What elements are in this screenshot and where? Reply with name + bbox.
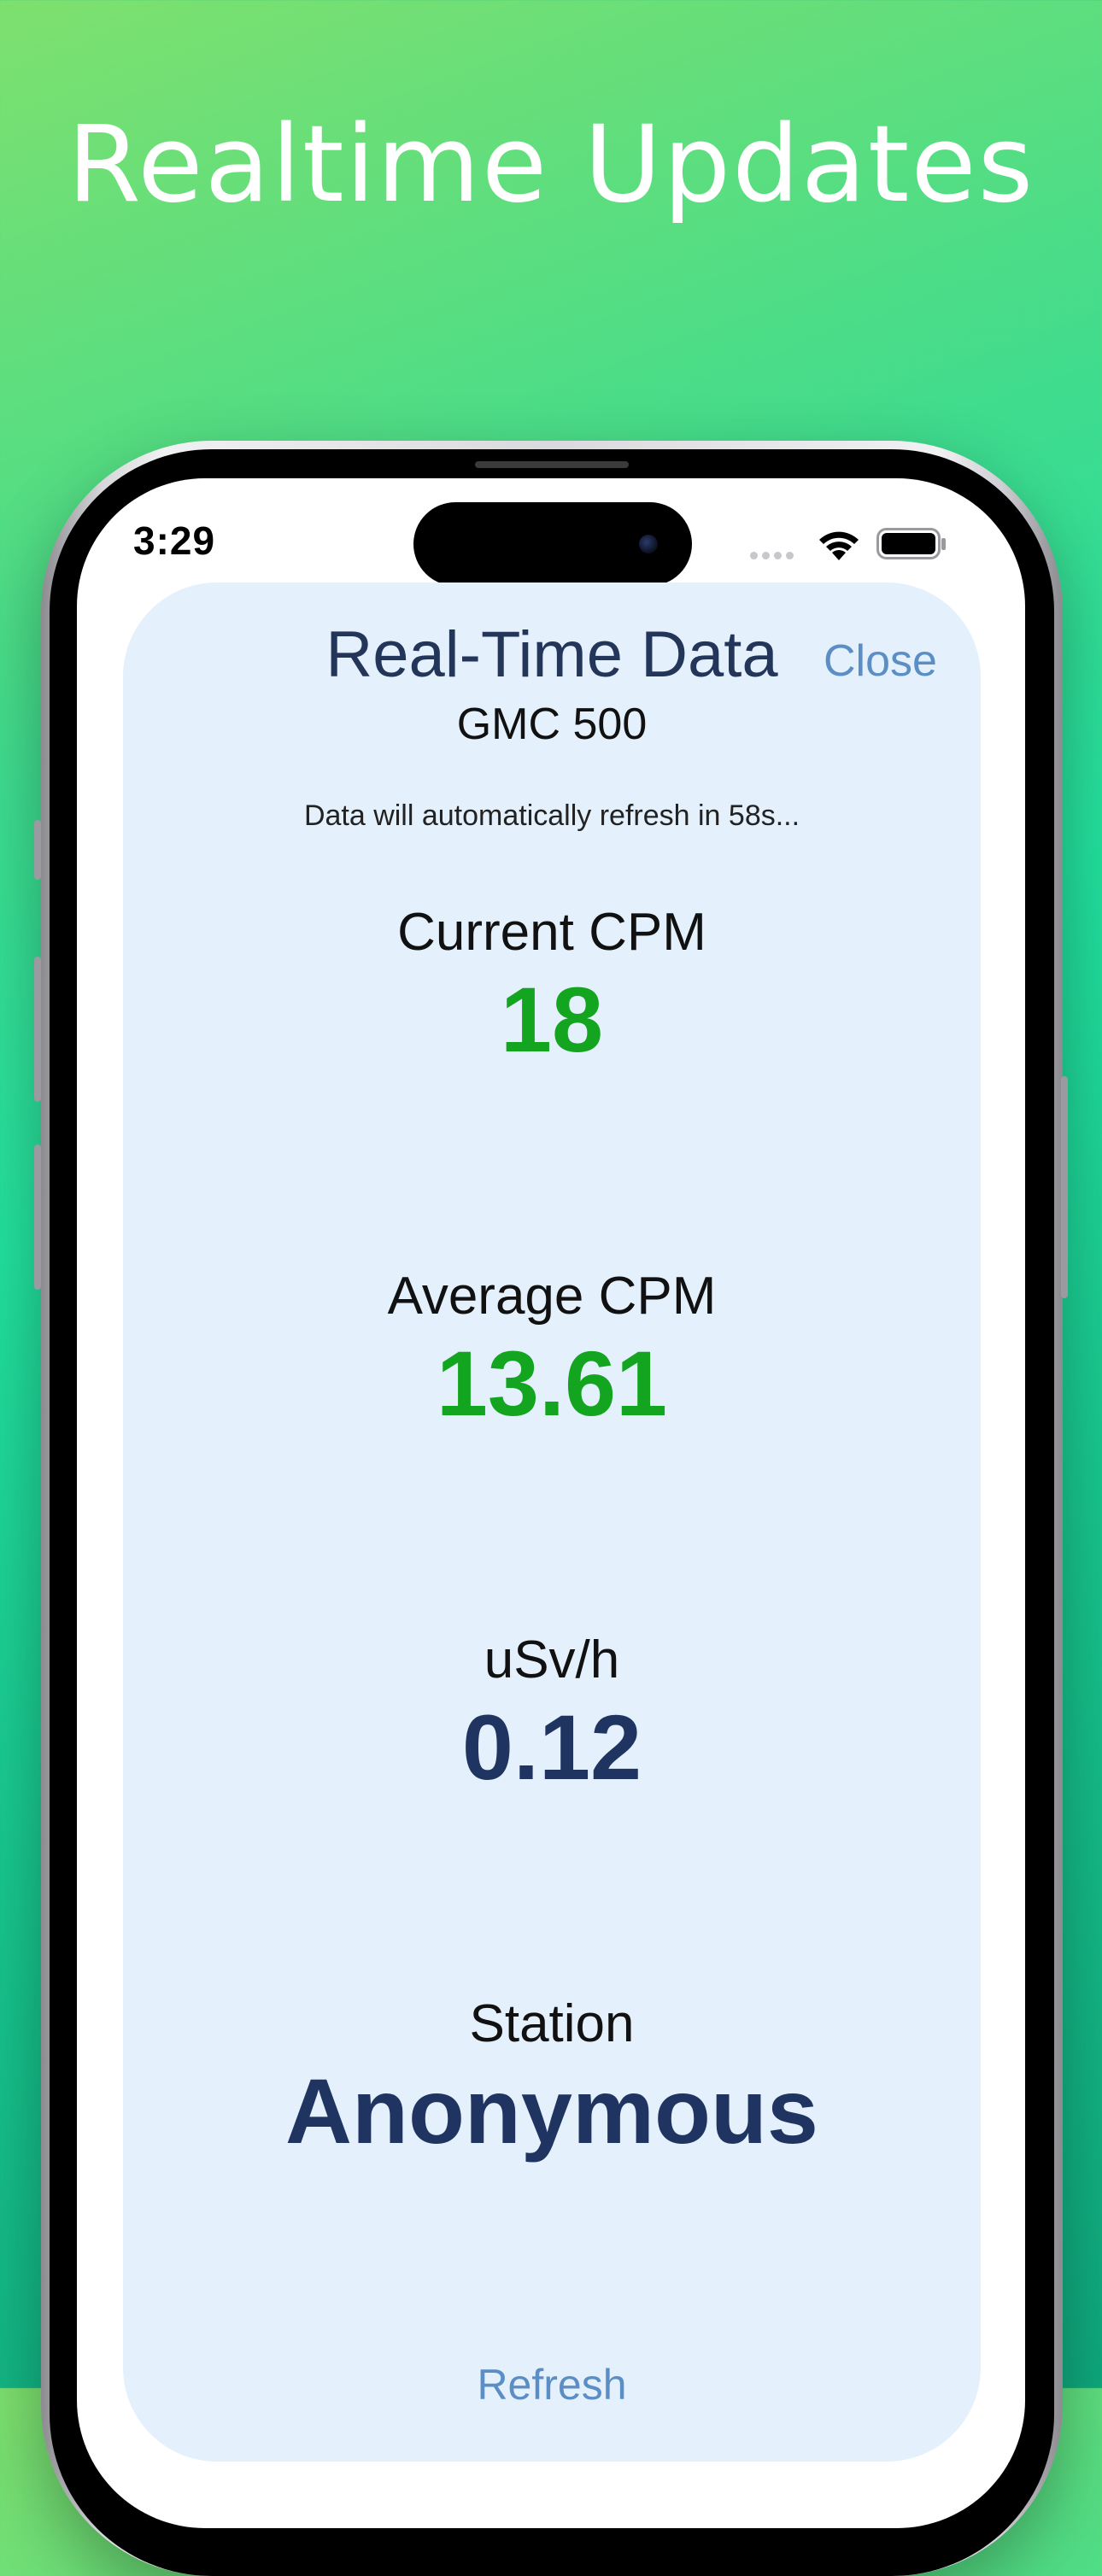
status-time: 3:29 — [133, 518, 216, 563]
realtime-data-sheet — [123, 583, 981, 2462]
device-name: GMC 500 — [456, 700, 648, 749]
current-cpm-value: 18 — [500, 968, 604, 1071]
close-button[interactable]: Close — [824, 635, 937, 687]
earpiece-speaker — [475, 461, 629, 468]
auto-refresh-note: Data will automatically refresh in 58s..… — [303, 799, 800, 832]
status-icons — [750, 523, 947, 565]
station-value: Anonymous — [284, 2059, 818, 2163]
current-cpm-label: Current CPM — [397, 903, 706, 962]
refresh-button[interactable]: Refresh — [123, 2359, 981, 2410]
usv-per-hour-label: uSv/h — [484, 1630, 620, 1689]
usv-per-hour-value: 0.12 — [461, 1695, 642, 1799]
side-button-volume-down — [34, 1145, 41, 1290]
side-button-silent — [34, 820, 41, 880]
average-cpm-label: Average CPM — [387, 1267, 717, 1326]
station-label: Station — [469, 1994, 635, 2053]
side-button-volume-up — [34, 957, 41, 1102]
battery-icon — [876, 528, 946, 559]
side-button-power — [1061, 1076, 1068, 1298]
cellular-signal-icon — [750, 548, 798, 564]
wifi-icon — [819, 531, 859, 560]
dynamic-island — [413, 502, 692, 586]
camera-icon — [639, 535, 658, 553]
promo-headline: Realtime Updates — [67, 103, 1035, 226]
average-cpm-value: 13.61 — [436, 1332, 668, 1435]
